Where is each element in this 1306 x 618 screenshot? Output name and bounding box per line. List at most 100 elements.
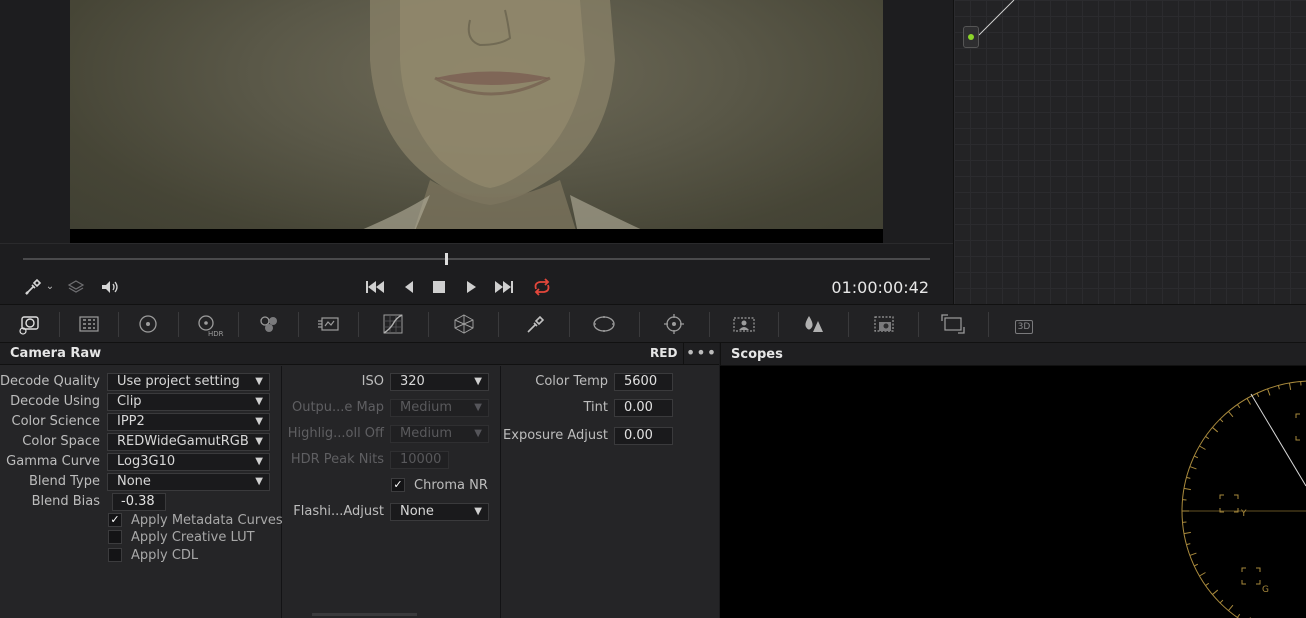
3d-icon[interactable]: 3D <box>1011 313 1037 335</box>
iso-dropdown[interactable]: 320 ▼ <box>390 373 489 391</box>
apply-metadata-curves-label: Apply Metadata Curves <box>131 513 283 528</box>
palette-toolbar: HDR 3D <box>0 304 1306 343</box>
blend-type-dropdown[interactable]: None ▼ <box>107 473 270 491</box>
raw-format-label: RED <box>650 346 678 360</box>
blur-icon[interactable] <box>800 313 826 335</box>
vectorscope-tick <box>1237 613 1241 618</box>
divider <box>569 312 570 337</box>
speaker-icon[interactable] <box>99 277 121 297</box>
vectorscope-tick <box>1219 599 1224 604</box>
chevron-down-icon: ▼ <box>255 416 263 427</box>
raw-column-middle: ISO 320 ▼ Outpu...e Map Medium ▼ Highlig..… <box>282 366 501 618</box>
divider <box>238 312 239 337</box>
loop-icon[interactable] <box>531 277 553 297</box>
apply-creative-lut-checkbox[interactable] <box>108 530 122 544</box>
highlight-rolloff-dropdown: Medium ▼ <box>390 425 489 443</box>
color-temp-input[interactable]: 5600 <box>614 373 673 391</box>
chevron-down-icon: ▼ <box>255 396 263 407</box>
skip-first-icon[interactable] <box>364 277 386 297</box>
vectorscope-tick <box>1237 404 1241 409</box>
magic-mask-icon[interactable] <box>731 313 757 335</box>
color-science-label: Color Science <box>11 414 100 429</box>
transport-bar: ⌄ 01:00:00:42 <box>0 243 953 304</box>
apply-cdl-checkbox[interactable] <box>108 548 122 562</box>
divider <box>118 312 119 337</box>
apply-cdl-label: Apply CDL <box>131 548 199 563</box>
viewer-frame-image <box>70 0 883 243</box>
vectorscope-tick <box>1189 552 1197 556</box>
decode-using-dropdown[interactable]: Clip ▼ <box>107 393 270 411</box>
color-space-dropdown[interactable]: REDWideGamutRGB ▼ <box>107 433 270 451</box>
vectorscope-tick <box>1199 572 1206 577</box>
divider <box>358 312 359 337</box>
chevron-down-icon: ▼ <box>474 428 482 439</box>
timeline-scrubber[interactable] <box>23 253 930 265</box>
eyedropper-icon[interactable] <box>22 277 44 297</box>
chevron-down-icon[interactable]: ⌄ <box>42 277 58 297</box>
layers-icon[interactable] <box>65 277 87 297</box>
color-wheels-icon[interactable] <box>135 313 161 335</box>
flashing-adjust-value: None <box>400 504 434 519</box>
vectorscope-y-target: Y <box>1240 509 1247 519</box>
gamma-curve-value: Log3G10 <box>117 454 176 469</box>
qualifier-eyedropper-icon[interactable] <box>522 313 548 335</box>
output-tone-map-dropdown: Medium ▼ <box>390 399 489 417</box>
camera-raw-icon[interactable] <box>17 313 43 335</box>
decode-quality-value: Use project setting <box>117 374 240 389</box>
blend-bias-label: Blend Bias <box>31 494 100 509</box>
chevron-down-icon: ▼ <box>255 456 263 467</box>
skip-last-icon[interactable] <box>493 277 515 297</box>
raw-column-left: Decode Quality Use project setting ▼ Deco… <box>0 366 283 618</box>
horizontal-scrollbar[interactable] <box>312 613 417 616</box>
divider <box>59 312 60 337</box>
node-output-dot[interactable] <box>963 26 979 48</box>
color-space-value: REDWideGamutRGB <box>117 434 249 449</box>
tint-label: Tint <box>583 400 609 415</box>
vectorscope-tick <box>1288 382 1292 390</box>
gamma-curve-dropdown[interactable]: Log3G10 ▼ <box>107 453 270 471</box>
power-window-icon[interactable] <box>591 313 617 335</box>
motion-effects-icon[interactable] <box>316 313 342 335</box>
vectorscope-tick <box>1189 466 1197 470</box>
chevron-down-icon: ▼ <box>255 376 263 387</box>
key-icon[interactable] <box>871 313 897 335</box>
divider <box>918 312 919 337</box>
vectorscope-tick <box>1267 388 1271 396</box>
color-match-icon[interactable] <box>76 313 102 335</box>
node-editor[interactable] <box>953 0 1306 304</box>
chroma-nr-checkbox[interactable]: ✓ <box>391 478 405 492</box>
tracker-icon[interactable] <box>661 313 687 335</box>
highlight-rolloff-label: Highlig...oll Off <box>287 426 384 441</box>
step-back-icon[interactable] <box>398 277 420 297</box>
color-space-label: Color Space <box>22 434 100 449</box>
tint-input[interactable]: 0.00 <box>614 399 673 417</box>
divider <box>428 312 429 337</box>
decode-using-value: Clip <box>117 394 142 409</box>
blend-bias-input[interactable]: -0.38 <box>112 493 166 511</box>
chevron-down-icon: ▼ <box>474 376 482 387</box>
sizing-icon[interactable] <box>940 313 966 335</box>
decode-using-label: Decode Using <box>10 394 100 409</box>
stop-icon[interactable] <box>428 277 450 297</box>
vectorscope-tick <box>1193 563 1199 567</box>
vectorscope-tick <box>1193 455 1199 459</box>
exposure-adjust-input[interactable]: 0.00 <box>614 427 673 445</box>
play-icon[interactable] <box>460 277 482 297</box>
camera-raw-header: Camera Raw RED ••• <box>0 343 719 365</box>
rgb-mixer-icon[interactable] <box>256 313 282 335</box>
more-options-icon[interactable]: ••• <box>683 343 719 365</box>
hdr-wheels-icon[interactable]: HDR <box>194 313 224 338</box>
playhead[interactable] <box>445 253 448 265</box>
divider <box>178 312 179 337</box>
iso-value: 320 <box>400 374 425 389</box>
divider <box>848 312 849 337</box>
decode-quality-dropdown[interactable]: Use project setting ▼ <box>107 373 270 391</box>
apply-metadata-curves-checkbox[interactable]: ✓ <box>108 513 122 527</box>
color-warper-icon[interactable] <box>451 313 477 335</box>
curves-icon[interactable] <box>380 313 406 335</box>
output-tone-map-label: Outpu...e Map <box>291 400 384 415</box>
color-science-dropdown[interactable]: IPP2 ▼ <box>107 413 270 431</box>
vectorscope-tick <box>1212 589 1219 595</box>
apply-creative-lut-label: Apply Creative LUT <box>131 530 255 545</box>
flashing-adjust-dropdown[interactable]: None ▼ <box>390 503 489 521</box>
